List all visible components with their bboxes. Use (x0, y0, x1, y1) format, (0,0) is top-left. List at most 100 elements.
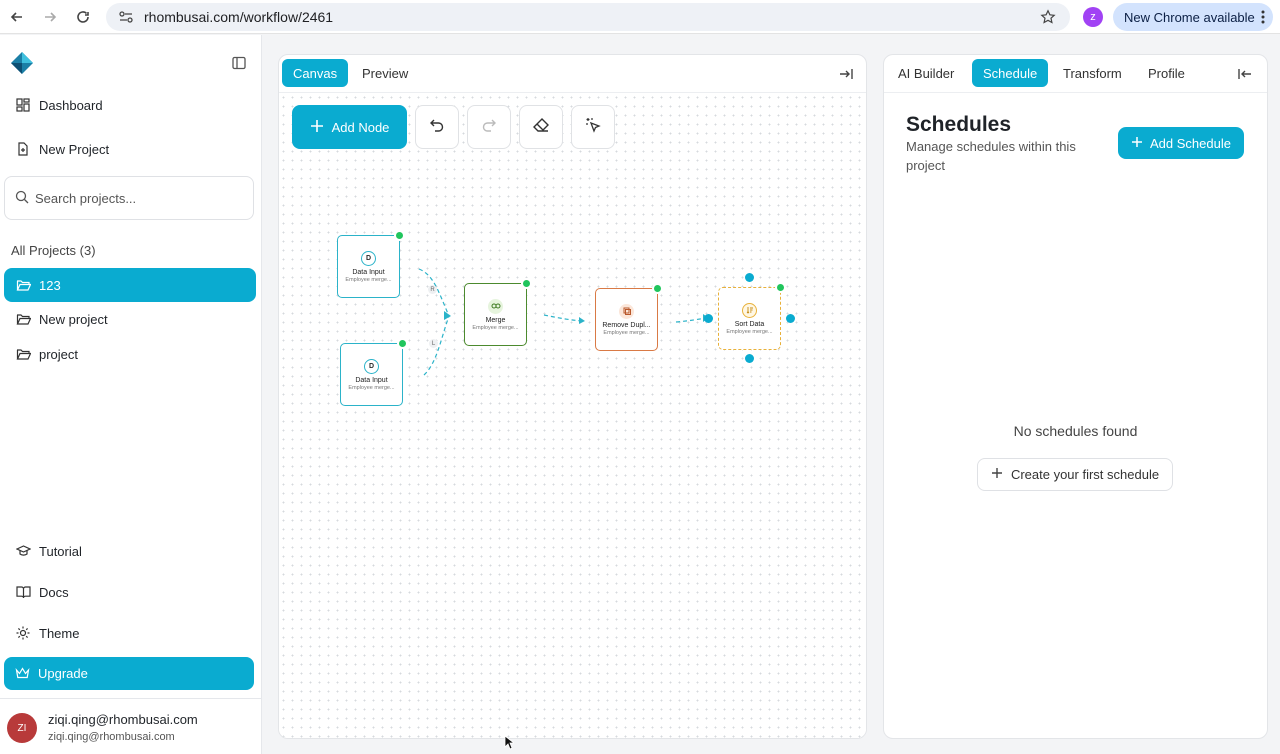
graduation-cap-icon (15, 543, 31, 559)
tab-schedule[interactable]: Schedule (972, 59, 1049, 87)
edge-remove-sort (675, 317, 708, 323)
chrome-update-button[interactable]: New Chrome available (1113, 3, 1273, 31)
node-data-input-2[interactable]: D Data Input Employee merge... (340, 338, 408, 406)
sidebar-item-label: Theme (39, 625, 80, 641)
tab-transform[interactable]: Transform (1052, 59, 1133, 87)
tab-profile[interactable]: Profile (1137, 59, 1196, 87)
avatar[interactable]: ZI (7, 713, 37, 743)
sun-icon (15, 625, 31, 641)
sidebar-item-theme[interactable]: Theme (4, 616, 256, 650)
status-check-icon (652, 283, 663, 294)
user-account[interactable]: ZI ziqi.qing@rhombusai.com ziqi.qing@rho… (0, 698, 261, 754)
status-check-icon (394, 230, 405, 241)
tab-ai-builder[interactable]: AI Builder (887, 59, 965, 87)
remove-duplicates-icon (619, 303, 634, 319)
node-handle-right[interactable] (786, 314, 795, 323)
crown-icon (15, 667, 30, 680)
canvas-panel: Canvas Preview Add Node R L D Data Input… (278, 54, 867, 739)
data-input-icon: D (364, 358, 379, 374)
canvas-tabbar: Canvas Preview (279, 55, 866, 93)
sidebar: Dashboard New Project All Projects (3) 1… (0, 35, 262, 754)
user-name: ziqi.qing@rhombusai.com (48, 712, 198, 727)
node-handle-left[interactable] (704, 314, 713, 323)
edge-arrow (579, 317, 585, 324)
status-check-icon (397, 338, 408, 349)
dashboard-icon (15, 97, 31, 113)
tab-preview[interactable]: Preview (351, 59, 419, 87)
site-settings-icon[interactable] (118, 9, 134, 25)
node-sort-data[interactable]: Sort Data Employee merge... (718, 282, 786, 350)
update-label: New Chrome available (1124, 9, 1255, 25)
sidebar-item-label: Docs (39, 584, 69, 600)
sidebar-item-project-project[interactable]: project (4, 337, 256, 371)
upgrade-label: Upgrade (38, 666, 88, 681)
bookmark-star-icon[interactable] (1040, 9, 1056, 28)
edge-label-l: L (429, 339, 438, 348)
plus-icon (991, 467, 1003, 482)
page-title: Schedules (906, 113, 1012, 136)
node-merge[interactable]: Merge Employee merge... (464, 278, 532, 346)
url-text[interactable]: rhombusai.com/workflow/2461 (144, 9, 333, 25)
create-first-label: Create your first schedule (1010, 467, 1160, 482)
profile-avatar[interactable]: z (1083, 7, 1103, 27)
node-subtitle: Employee merge... (603, 329, 650, 336)
status-check-icon (775, 282, 786, 293)
node-handle-top[interactable] (745, 273, 754, 282)
node-handle-bottom[interactable] (745, 354, 754, 363)
address-bar[interactable]: rhombusai.com/workflow/2461 (106, 3, 1070, 31)
user-email: ziqi.qing@rhombusai.com (48, 731, 175, 743)
sidebar-item-label: Tutorial (39, 543, 82, 559)
data-input-icon: D (361, 250, 376, 266)
node-subtitle: Employee merge... (345, 276, 392, 283)
sort-icon (742, 302, 757, 318)
collapse-left-icon[interactable] (1237, 66, 1253, 87)
forward-icon[interactable] (39, 6, 61, 28)
folder-open-icon (15, 277, 31, 293)
node-title: Remove Dupl... (602, 321, 651, 329)
status-check-icon (521, 278, 532, 289)
reload-icon[interactable] (72, 6, 94, 28)
all-projects-label: All Projects (3) (11, 243, 96, 258)
schedule-panel: AI Builder Schedule Transform Profile Sc… (883, 54, 1268, 739)
sidebar-item-project-123[interactable]: 123 (4, 268, 256, 302)
project-search[interactable] (4, 176, 254, 220)
edge-label-r: R (428, 285, 437, 294)
node-title: Data Input (352, 268, 385, 276)
sidebar-collapse-icon[interactable] (231, 55, 247, 76)
rhombus-logo-icon[interactable] (11, 52, 33, 74)
node-remove-duplicates[interactable]: Remove Dupl... Employee merge... (595, 283, 663, 351)
upgrade-button[interactable]: Upgrade (4, 657, 254, 690)
add-schedule-label: Add Schedule (1150, 135, 1231, 151)
right-panel-tabbar: AI Builder Schedule Transform Profile (884, 55, 1267, 93)
sidebar-item-label: project (39, 346, 79, 362)
search-input[interactable] (35, 190, 235, 206)
node-subtitle: Employee merge... (472, 324, 519, 331)
folder-open-icon (15, 346, 31, 362)
sidebar-item-tutorial[interactable]: Tutorial (4, 534, 256, 568)
workflow-canvas[interactable]: Add Node R L D Data Input Employee merge… (279, 93, 866, 738)
node-title: Sort Data (734, 320, 765, 328)
more-menu-icon[interactable] (1261, 9, 1265, 28)
sidebar-item-docs[interactable]: Docs (4, 575, 256, 609)
back-icon[interactable] (6, 6, 28, 28)
plus-icon (1131, 136, 1143, 151)
create-first-schedule-button[interactable]: Create your first schedule (977, 458, 1173, 491)
node-data-input-1[interactable]: D Data Input Employee merge... (337, 230, 405, 298)
sidebar-item-project-new-project[interactable]: New project (4, 302, 256, 336)
sidebar-item-label: New project (39, 311, 108, 327)
sidebar-item-dashboard[interactable]: Dashboard (4, 88, 256, 122)
add-schedule-button[interactable]: Add Schedule (1118, 127, 1244, 159)
edge-merge-remove (543, 314, 584, 322)
new-file-icon (15, 141, 31, 157)
workflow-edges (418, 268, 709, 376)
mouse-cursor-icon (504, 735, 516, 754)
tab-canvas[interactable]: Canvas (282, 59, 349, 87)
search-icon (15, 190, 29, 207)
empty-state-text: No schedules found (1013, 423, 1138, 439)
sidebar-item-label: New Project (39, 141, 110, 157)
collapse-right-icon[interactable] (838, 66, 854, 87)
sidebar-item-label: 123 (39, 277, 61, 293)
book-icon (15, 584, 31, 600)
sidebar-item-new-project[interactable]: New Project (4, 132, 256, 166)
node-subtitle: Employee merge... (348, 384, 395, 391)
